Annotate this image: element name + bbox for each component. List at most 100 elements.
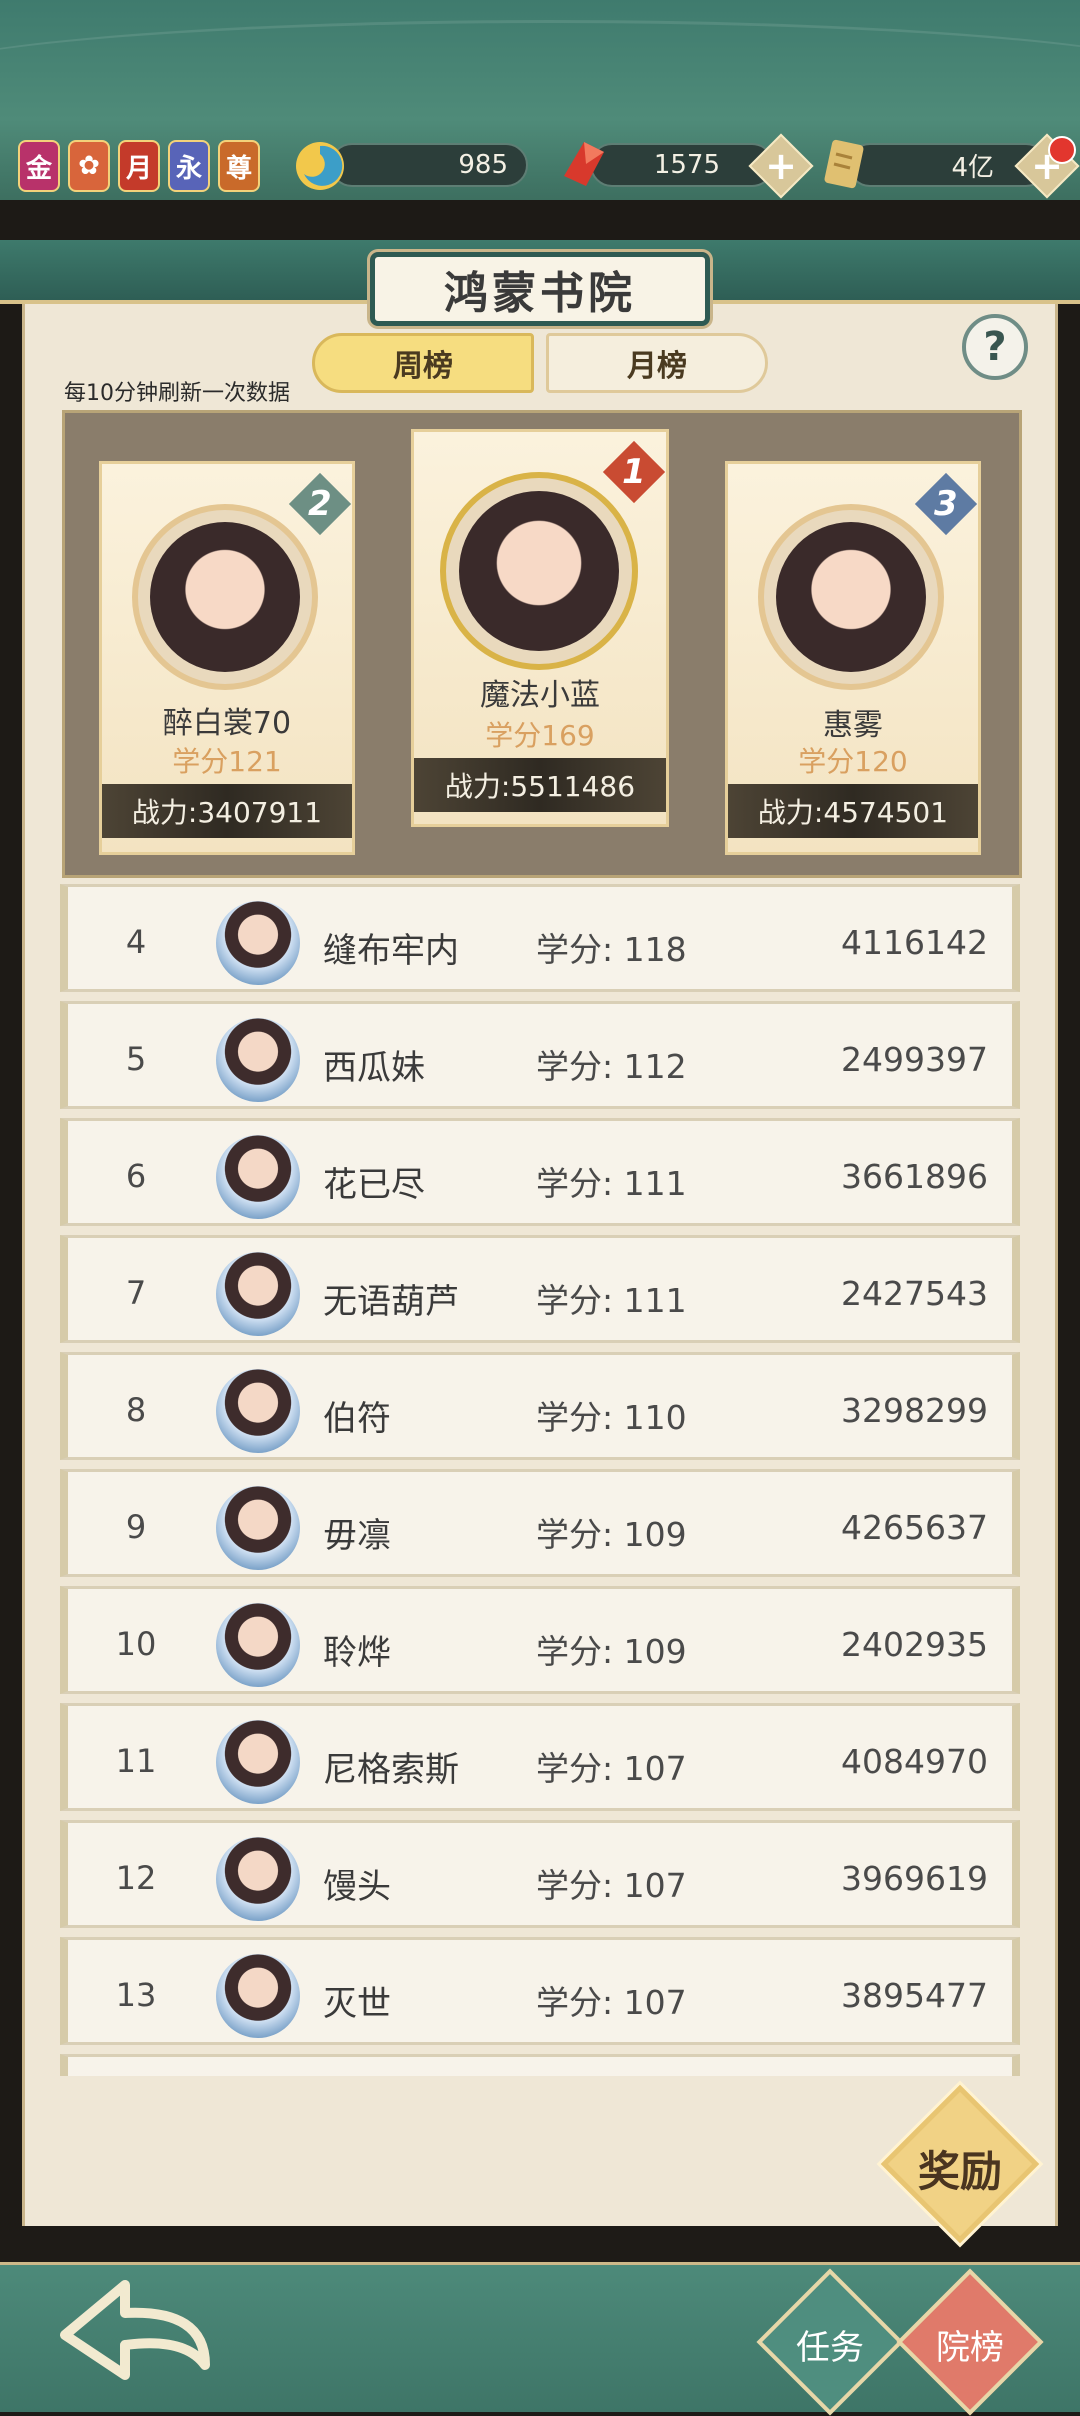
- row-power: 3298299: [841, 1391, 988, 1430]
- row-name: 无语葫芦: [323, 1282, 459, 1322]
- avatar: [216, 1369, 300, 1453]
- row-power: 3661896: [841, 1157, 988, 1196]
- podium-card-third[interactable]: 3 惠雾 学分120 战力:4574501: [725, 461, 981, 855]
- row-power: 3969619: [841, 1859, 988, 1898]
- vip-badge-gold[interactable]: 金: [18, 140, 60, 192]
- vip-badge-forever[interactable]: 永: [168, 140, 210, 192]
- row-rank: 11: [115, 1742, 157, 1780]
- table-row[interactable]: 10 聆烨 学分: 109 2402935: [60, 1586, 1020, 1694]
- table-row[interactable]: 12 馒头 学分: 107 3969619: [60, 1820, 1020, 1928]
- podium-card-second[interactable]: 2 醉白裳70 学分121 战力:3407911: [99, 461, 355, 855]
- resource-counter-swirl: 985: [330, 143, 528, 187]
- refresh-note: 每10分钟刷新一次数据: [64, 381, 290, 406]
- podium-power-second: 战力:3407911: [102, 784, 352, 838]
- row-power: 4265637: [841, 1508, 988, 1547]
- row-rank: 8: [125, 1391, 147, 1429]
- table-row[interactable]: 9 毋凛 学分: 109 4265637: [60, 1469, 1020, 1577]
- help-button[interactable]: ?: [962, 314, 1028, 380]
- row-score: 学分: 118: [536, 930, 687, 969]
- table-row[interactable]: 4 缝布牢内 学分: 118 4116142: [60, 884, 1020, 992]
- resource-value-crystal: 1575: [653, 150, 720, 180]
- table-row[interactable]: 8 伯符 学分: 110 3298299: [60, 1352, 1020, 1460]
- tab-weekly[interactable]: 周榜: [312, 333, 534, 393]
- row-score: 学分: 109: [536, 1632, 687, 1671]
- notification-dot: [1048, 136, 1076, 164]
- avatar: [216, 1018, 300, 1102]
- table-row[interactable]: 7 无语葫芦 学分: 111 2427543: [60, 1235, 1020, 1343]
- avatar: [216, 1603, 300, 1687]
- avatar: [216, 1252, 300, 1336]
- row-rank: 4: [125, 923, 147, 961]
- avatar: [216, 1954, 300, 2038]
- vip-badge-supreme[interactable]: 尊: [218, 140, 260, 192]
- row-score: 学分: 107: [536, 1866, 687, 1905]
- podium-name-third: 惠雾: [823, 708, 883, 743]
- avatar: [440, 472, 638, 670]
- row-rank: 12: [115, 1859, 157, 1897]
- avatar: [216, 1135, 300, 1219]
- rank-badge-second: 2: [288, 472, 352, 536]
- table-row[interactable]: 6 花已尽 学分: 111 3661896: [60, 1118, 1020, 1226]
- row-name: 花已尽: [323, 1165, 425, 1205]
- table-row[interactable]: 11 尼格索斯 学分: 107 4084970: [60, 1703, 1020, 1811]
- task-button-label[interactable]: 任务: [778, 2320, 882, 2369]
- vip-badge-flower[interactable]: ✿: [68, 140, 110, 192]
- row-rank: 13: [115, 1976, 157, 2014]
- resource-value-scroll: 4亿: [951, 152, 994, 183]
- row-score: 学分: 111: [536, 1281, 687, 1320]
- podium-score-third: 学分120: [798, 745, 908, 778]
- podium-score-second: 学分121: [172, 745, 282, 778]
- page-title: 鸿蒙书院: [370, 252, 710, 326]
- avatar: [758, 504, 944, 690]
- row-name: 伯符: [323, 1399, 391, 1439]
- avatar: [132, 504, 318, 690]
- row-power: 2402935: [841, 1625, 988, 1664]
- scroll-icon: [816, 136, 872, 192]
- row-power: 4084970: [841, 1742, 988, 1781]
- swirl-icon: [292, 138, 348, 194]
- decorative-wave: [0, 20, 1080, 140]
- row-rank: 5: [125, 1040, 147, 1078]
- row-name: 尼格索斯: [323, 1750, 459, 1790]
- row-name: 聆烨: [323, 1633, 391, 1673]
- row-rank: 6: [125, 1157, 147, 1195]
- avatar: [216, 1486, 300, 1570]
- red-crystal-icon: [556, 136, 612, 192]
- resource-value-swirl: 985: [458, 150, 508, 180]
- row-score: 学分: 107: [536, 1749, 687, 1788]
- vip-badges: 金 ✿ 月 永 尊: [18, 140, 260, 192]
- vip-badge-month[interactable]: 月: [118, 140, 160, 192]
- podium-name-second: 醉白裳70: [162, 706, 292, 741]
- row-name: 缝布牢内: [323, 931, 459, 971]
- podium-card-first[interactable]: 1 魔法小蓝 学分169 战力:5511486: [411, 429, 669, 827]
- row-rank: 9: [125, 1508, 147, 1546]
- podium-power-first: 战力:5511486: [414, 758, 666, 812]
- tab-monthly[interactable]: 月榜: [546, 333, 768, 393]
- row-power: 4116142: [841, 923, 988, 962]
- row-name: 灭世: [323, 1984, 391, 2024]
- reward-button-label[interactable]: 奖励: [904, 2138, 1016, 2199]
- rank-badge-first: 1: [602, 440, 666, 504]
- podium-name-first: 魔法小蓝: [480, 678, 600, 713]
- row-rank: 10: [115, 1625, 157, 1663]
- ranking-list[interactable]: 4 缝布牢内 学分: 118 4116142 5 西瓜妹 学分: 112 249…: [60, 884, 1020, 2076]
- row-name: 毋凛: [323, 1516, 391, 1556]
- table-row[interactable]: 5 西瓜妹 学分: 112 2499397: [60, 1001, 1020, 1109]
- row-power: 2427543: [841, 1274, 988, 1313]
- table-row-partial[interactable]: [60, 2054, 1020, 2076]
- row-score: 学分: 109: [536, 1515, 687, 1554]
- avatar: [216, 901, 300, 985]
- row-score: 学分: 111: [536, 1164, 687, 1203]
- back-arrow-icon[interactable]: [30, 2270, 230, 2400]
- avatar: [216, 1720, 300, 1804]
- row-rank: 7: [125, 1274, 147, 1312]
- row-name: 西瓜妹: [323, 1048, 425, 1088]
- resource-counter-crystal: 1575: [590, 143, 774, 187]
- row-name: 馒头: [323, 1867, 391, 1907]
- academy-rank-button-label[interactable]: 院榜: [918, 2320, 1022, 2369]
- row-power: 2499397: [841, 1040, 988, 1079]
- rank-badge-third: 3: [914, 472, 978, 536]
- row-score: 学分: 107: [536, 1983, 687, 2022]
- table-row[interactable]: 13 灭世 学分: 107 3895477: [60, 1937, 1020, 2045]
- podium: 2 醉白裳70 学分121 战力:3407911 1 魔法小蓝 学分169 战力…: [62, 410, 1022, 878]
